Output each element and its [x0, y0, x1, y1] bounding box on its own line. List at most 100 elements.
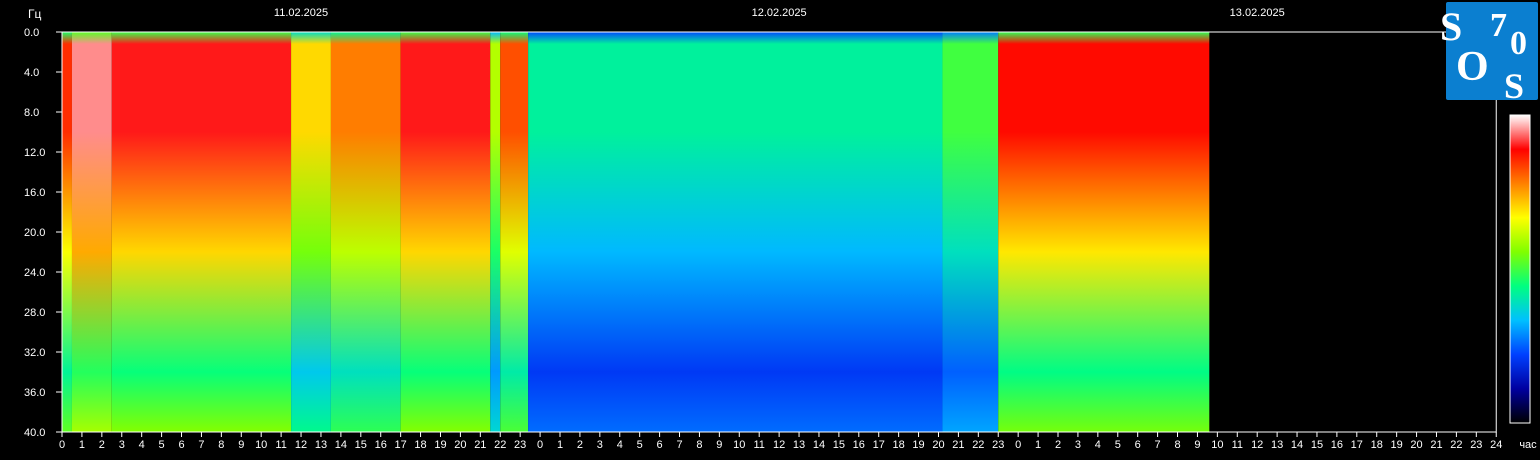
x-tick-label: 20: [932, 439, 944, 451]
spectrogram-segment: [330, 32, 401, 432]
x-tick-label: 14: [813, 439, 825, 451]
x-tick-label: 13: [1271, 439, 1283, 451]
y-tick-label: 16.0: [24, 187, 45, 199]
x-tick-label: 3: [119, 439, 125, 451]
y-tick-label: 24.0: [24, 267, 45, 279]
x-tick-label: 22: [1450, 439, 1462, 451]
color-scale-bar: [1509, 114, 1531, 424]
x-tick-label: 7: [198, 439, 204, 451]
x-tick-label: 9: [1194, 439, 1200, 451]
x-tick-label: 13: [793, 439, 805, 451]
spectrogram-segment: [291, 32, 331, 432]
x-tick-label: 17: [873, 439, 885, 451]
x-tick-label: 3: [1075, 439, 1081, 451]
x-tick-label: 10: [255, 439, 267, 451]
spectrogram-chart: Гц 0.0 4.0 8.0 12.0 16.0 20.0 24.0 28.0 32.0 36.0 4…: [24, 7, 1537, 451]
x-tick-label: 23: [992, 439, 1004, 451]
x-tick-label: 16: [853, 439, 865, 451]
x-tick-label: 6: [657, 439, 663, 451]
x-tick-label: 21: [1430, 439, 1442, 451]
x-tick-label: 16: [375, 439, 387, 451]
x-tick-label: 23: [1470, 439, 1482, 451]
x-tick-label: 11: [753, 439, 764, 451]
x-tick-label: 18: [893, 439, 905, 451]
x-tick-label: 24: [1490, 439, 1502, 451]
x-tick-label: 11: [1232, 439, 1243, 451]
x-tick-label: 19: [1391, 439, 1403, 451]
x-tick-label: 2: [99, 439, 105, 451]
x-tick-label: 15: [355, 439, 367, 451]
x-tick-label: 7: [676, 439, 682, 451]
y-axis-label: Гц: [28, 7, 41, 21]
y-tick-label: 36.0: [24, 387, 45, 399]
y-axis: Гц 0.0 4.0 8.0 12.0 16.0 20.0 24.0 28.0 32.0 36.0 4…: [24, 7, 63, 439]
x-tick-label: 7: [1155, 439, 1161, 451]
x-tick-label: 20: [1410, 439, 1422, 451]
y-tick-label: 32.0: [24, 347, 45, 359]
x-tick-label: 12: [1251, 439, 1263, 451]
color-scale: [1509, 114, 1531, 424]
x-tick-label: 6: [1135, 439, 1141, 451]
x-tick-label: 21: [952, 439, 964, 451]
spectrogram-segment: [528, 32, 943, 432]
x-tick-label: 22: [972, 439, 984, 451]
x-tick-label: 0: [537, 439, 543, 451]
x-tick-label: 17: [395, 439, 407, 451]
x-tick-label: 19: [434, 439, 446, 451]
x-tick-label: 10: [733, 439, 745, 451]
x-tick-label: 4: [139, 439, 145, 451]
x-axis-label: час: [1519, 439, 1537, 451]
x-tick-label: 15: [1311, 439, 1323, 451]
logo-digit-7: 7: [1490, 7, 1507, 44]
date-label: 12.02.2025: [752, 7, 807, 19]
y-tick-label: 12.0: [24, 147, 45, 159]
x-tick-label: 4: [617, 439, 623, 451]
x-tick-label: 0: [1015, 439, 1021, 451]
x-tick-label: 1: [1035, 439, 1041, 451]
x-tick-label: 2: [577, 439, 583, 451]
x-tick-label: 12: [773, 439, 785, 451]
x-tick-label: 2: [1055, 439, 1061, 451]
x-tick-label: 19: [912, 439, 924, 451]
logo-digit-0: 0: [1510, 25, 1527, 62]
spectrogram-segment: [400, 32, 491, 432]
y-tick-label: 40.0: [24, 427, 45, 439]
y-tick-label: 4.0: [24, 67, 39, 79]
x-tick-label: 1: [557, 439, 563, 451]
date-label: 13.02.2025: [1230, 7, 1285, 19]
spectrogram-segment: [998, 32, 1210, 432]
x-tick-label: 17: [1351, 439, 1363, 451]
spectrogram-segment: [500, 32, 529, 432]
sos70-logo: S 7 0 O S: [1430, 2, 1538, 106]
x-tick-label: 23: [514, 439, 526, 451]
x-tick-label: 14: [1291, 439, 1303, 451]
spectrogram-segment: [942, 32, 999, 432]
x-tick-label: 12: [295, 439, 307, 451]
x-tick-label: 18: [414, 439, 426, 451]
x-tick-label: 13: [315, 439, 327, 451]
x-tick-label: 3: [597, 439, 603, 451]
x-tick-label: 11: [275, 439, 286, 451]
x-tick-label: 10: [1211, 439, 1223, 451]
spectrogram-segment: [62, 32, 72, 432]
y-tick-label: 20.0: [24, 227, 45, 239]
y-tick-label: 0.0: [24, 27, 39, 39]
spectrogram-segment: [111, 32, 292, 432]
x-tick-label: 9: [716, 439, 722, 451]
x-tick-label: 6: [178, 439, 184, 451]
spectrogram-segment: [490, 32, 501, 432]
x-tick-label: 8: [696, 439, 702, 451]
logo-letter-s2: S: [1504, 66, 1524, 102]
x-tick-label: 5: [1115, 439, 1121, 451]
x-tick-label: 0: [59, 439, 65, 451]
x-tick-label: 22: [494, 439, 506, 451]
x-tick-label: 16: [1331, 439, 1343, 451]
x-tick-label: 5: [159, 439, 165, 451]
y-tick-label: 8.0: [24, 107, 39, 119]
x-tick-label: 21: [474, 439, 486, 451]
x-tick-label: 14: [335, 439, 347, 451]
spectrogram-segment: [71, 32, 112, 432]
x-tick-label: 1: [79, 439, 85, 451]
x-tick-label: 4: [1095, 439, 1101, 451]
x-tick-label: 15: [833, 439, 845, 451]
